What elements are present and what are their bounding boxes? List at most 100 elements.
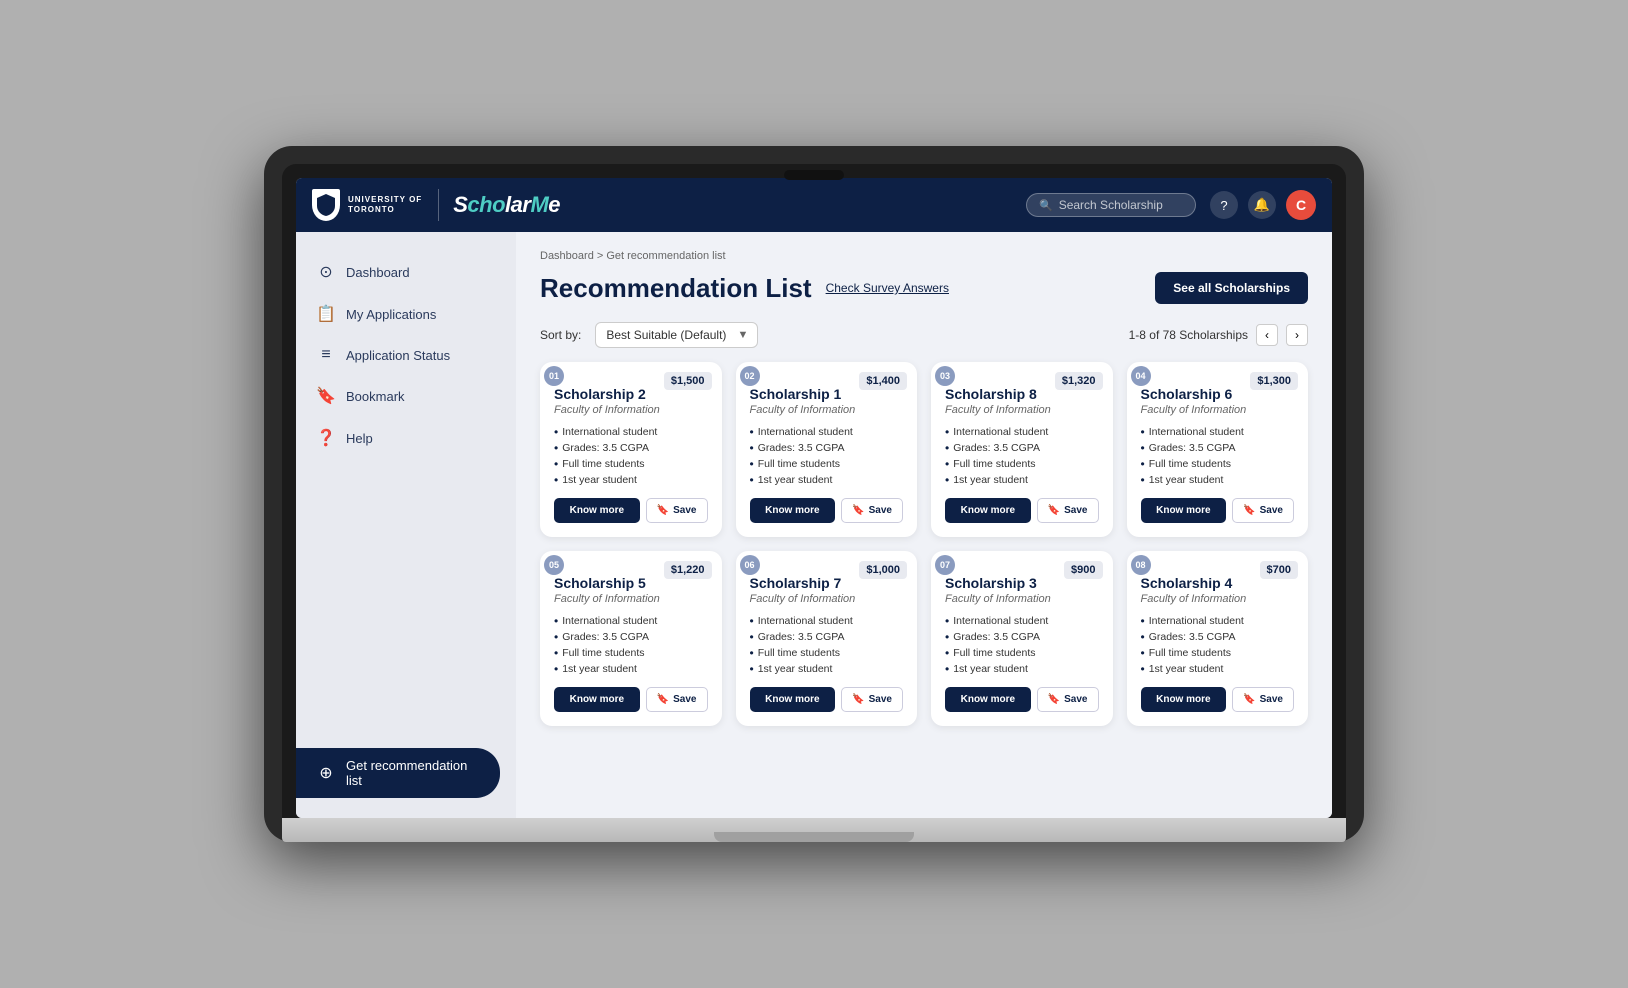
card-criteria: International studentGrades: 3.5 CGPAFul… [945, 424, 1099, 488]
app-name: ScholarMe [453, 192, 560, 218]
card-amount: $1,300 [1250, 372, 1298, 390]
criteria-item: Grades: 3.5 CGPA [554, 629, 708, 645]
bookmark-icon: 🔖 [1048, 694, 1060, 705]
sidebar-item-label: Dashboard [346, 265, 410, 280]
title-area: Recommendation List Check Survey Answers [540, 273, 949, 304]
save-button[interactable]: 🔖 Save [841, 687, 903, 712]
bookmark-icon: 🔖 [657, 505, 669, 516]
search-bar[interactable]: 🔍 Search Scholarship [1026, 193, 1196, 217]
sort-label: Sort by: [540, 328, 581, 342]
bookmark-icon: 🔖 [1048, 505, 1060, 516]
scholarship-card: 08 $700 Scholarship 4 Faculty of Informa… [1127, 551, 1309, 726]
card-actions: Know more 🔖 Save [1141, 498, 1295, 523]
criteria-item: Full time students [554, 645, 708, 661]
scholarship-card: 01 $1,500 Scholarship 2 Faculty of Infor… [540, 362, 722, 537]
bookmark-icon: 🔖 [657, 694, 669, 705]
know-more-button[interactable]: Know more [1141, 498, 1227, 523]
know-more-button[interactable]: Know more [945, 687, 1031, 712]
know-more-button[interactable]: Know more [554, 687, 640, 712]
criteria-item: Grades: 3.5 CGPA [1141, 440, 1295, 456]
criteria-item: 1st year student [554, 472, 708, 488]
criteria-item: International student [554, 613, 708, 629]
university-name: UNIVERSITY OF TORONTO [348, 195, 422, 214]
save-button[interactable]: 🔖 Save [646, 498, 708, 523]
card-actions: Know more 🔖 Save [750, 498, 904, 523]
app-body: ⊙ Dashboard 📋 My Applications ≡ Applicat… [296, 232, 1332, 818]
sidebar-item-label: Get recommendation list [346, 758, 480, 788]
pagination-next-button[interactable]: › [1286, 324, 1308, 346]
bookmark-icon: 🔖 [1243, 694, 1255, 705]
main-content: Dashboard > Get recommendation list Reco… [516, 232, 1332, 818]
criteria-item: 1st year student [945, 472, 1099, 488]
criteria-item: Grades: 3.5 CGPA [945, 440, 1099, 456]
card-actions: Know more 🔖 Save [750, 687, 904, 712]
save-button[interactable]: 🔖 Save [1037, 498, 1099, 523]
save-button[interactable]: 🔖 Save [1037, 687, 1099, 712]
sidebar-item-label: Application Status [346, 348, 450, 363]
sidebar-item-my-applications[interactable]: 📋 My Applications [296, 294, 516, 334]
card-amount: $1,400 [859, 372, 907, 390]
criteria-item: 1st year student [750, 472, 904, 488]
criteria-item: International student [1141, 424, 1295, 440]
sidebar: ⊙ Dashboard 📋 My Applications ≡ Applicat… [296, 232, 516, 818]
scholarship-card: 07 $900 Scholarship 3 Faculty of Informa… [931, 551, 1113, 726]
search-icon: 🔍 [1039, 199, 1053, 212]
card-criteria: International studentGrades: 3.5 CGPAFul… [945, 613, 1099, 677]
sidebar-item-help[interactable]: ❓ Help [296, 418, 516, 458]
search-placeholder: Search Scholarship [1059, 198, 1163, 212]
see-all-scholarships-button[interactable]: See all Scholarships [1155, 272, 1308, 304]
card-rank: 07 [935, 555, 955, 575]
save-button[interactable]: 🔖 Save [1232, 687, 1294, 712]
sidebar-item-bookmark[interactable]: 🔖 Bookmark [296, 376, 516, 416]
check-survey-link[interactable]: Check Survey Answers [826, 281, 949, 295]
card-rank: 08 [1131, 555, 1151, 575]
criteria-item: 1st year student [1141, 661, 1295, 677]
pagination-info: 1-8 of 78 Scholarships ‹ › [1129, 324, 1308, 346]
card-amount: $900 [1064, 561, 1102, 579]
criteria-item: International student [750, 424, 904, 440]
bookmark-icon: 🔖 [1243, 505, 1255, 516]
know-more-button[interactable]: Know more [1141, 687, 1227, 712]
recommendation-icon: ⊕ [316, 763, 336, 783]
sort-wrapper: Best Suitable (Default) Highest Amount L… [595, 322, 758, 348]
sidebar-item-dashboard[interactable]: ⊙ Dashboard [296, 252, 516, 292]
avatar-button[interactable]: C [1286, 190, 1316, 220]
help-button[interactable]: ? [1210, 191, 1238, 219]
pagination-prev-button[interactable]: ‹ [1256, 324, 1278, 346]
application-status-icon: ≡ [316, 346, 336, 364]
card-faculty: Faculty of Information [945, 404, 1099, 416]
notification-button[interactable]: 🔔 [1248, 191, 1276, 219]
card-amount: $1,320 [1055, 372, 1103, 390]
university-shield-icon [312, 189, 340, 221]
card-actions: Know more 🔖 Save [945, 687, 1099, 712]
scholarship-card: 06 $1,000 Scholarship 7 Faculty of Infor… [736, 551, 918, 726]
card-rank: 01 [544, 366, 564, 386]
criteria-item: Full time students [554, 456, 708, 472]
sidebar-item-application-status[interactable]: ≡ Application Status [296, 336, 516, 374]
logo-area: UNIVERSITY OF TORONTO [312, 189, 439, 221]
sort-select[interactable]: Best Suitable (Default) Highest Amount L… [595, 322, 758, 348]
scholarship-card: 03 $1,320 Scholarship 8 Faculty of Infor… [931, 362, 1113, 537]
know-more-button[interactable]: Know more [750, 687, 836, 712]
card-actions: Know more 🔖 Save [945, 498, 1099, 523]
save-button[interactable]: 🔖 Save [841, 498, 903, 523]
save-button[interactable]: 🔖 Save [646, 687, 708, 712]
dashboard-icon: ⊙ [316, 262, 336, 282]
know-more-button[interactable]: Know more [750, 498, 836, 523]
save-button[interactable]: 🔖 Save [1232, 498, 1294, 523]
card-actions: Know more 🔖 Save [1141, 687, 1295, 712]
breadcrumb: Dashboard > Get recommendation list [540, 250, 1308, 262]
card-criteria: International studentGrades: 3.5 CGPAFul… [554, 424, 708, 488]
sidebar-item-get-recommendation[interactable]: ⊕ Get recommendation list [296, 748, 500, 798]
know-more-button[interactable]: Know more [554, 498, 640, 523]
criteria-item: Full time students [1141, 456, 1295, 472]
know-more-button[interactable]: Know more [945, 498, 1031, 523]
pagination-text: 1-8 of 78 Scholarships [1129, 328, 1248, 342]
criteria-item: International student [554, 424, 708, 440]
bookmark-icon: 🔖 [852, 505, 864, 516]
page-header: Recommendation List Check Survey Answers… [540, 272, 1308, 304]
card-amount: $700 [1260, 561, 1298, 579]
criteria-item: 1st year student [750, 661, 904, 677]
criteria-item: 1st year student [945, 661, 1099, 677]
card-rank: 02 [740, 366, 760, 386]
